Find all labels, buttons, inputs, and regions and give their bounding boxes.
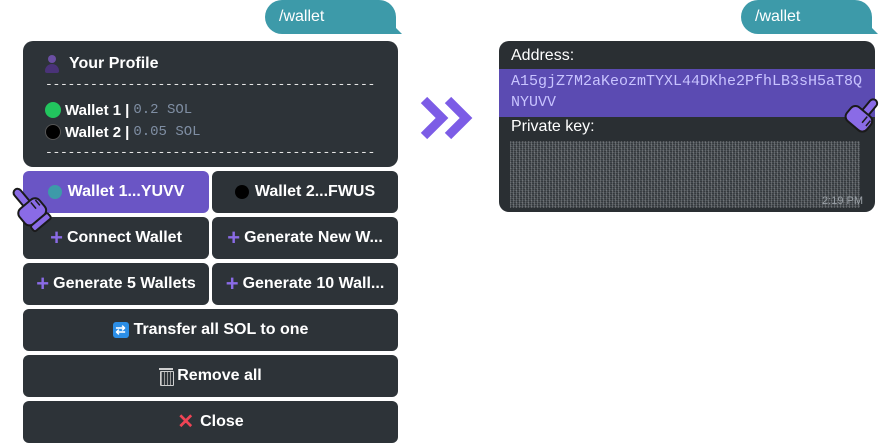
transfer-all-sol-button[interactable]: ⇄ Transfer all SOL to one (23, 309, 398, 351)
close-icon: ✕ (177, 411, 195, 433)
wallet-summary-row: Wallet 2 | 0.05 SOL (45, 121, 376, 143)
wallet-separator: | (125, 101, 130, 119)
transfer-all-sol-label: Transfer all SOL to one (133, 321, 309, 338)
command-message-bubble: /wallet (265, 0, 402, 34)
wallet-details-message: Address: A15gjZ7M2aKeozmTYXL44DKhe2PfhLB… (499, 41, 875, 212)
divider-line: ----------------------------------------… (45, 145, 376, 160)
generate-5-wallets-label: Generate 5 Wallets (53, 275, 196, 292)
wallet-2-button-label: Wallet 2...FWUS (254, 183, 376, 200)
person-icon (45, 55, 59, 73)
wallet-summary-row: Wallet 1 | 0.2 SOL (45, 99, 376, 121)
profile-message: Your Profile ---------------------------… (23, 41, 398, 167)
wallet-separator: | (125, 123, 130, 141)
address-label: Address: (511, 47, 575, 64)
close-button[interactable]: ✕ Close (23, 401, 398, 443)
generate-new-wallet-label: Generate New W... (244, 229, 383, 246)
remove-all-button[interactable]: Remove all (23, 355, 398, 397)
pointing-hand-cursor-icon (844, 98, 879, 133)
wallet-2-button[interactable]: Wallet 2...FWUS (212, 171, 398, 213)
generate-10-wallets-label: Generate 10 Wall... (242, 275, 385, 292)
plus-icon: + (36, 271, 50, 296)
close-label: Close (200, 413, 244, 430)
generate-5-wallets-button[interactable]: + Generate 5 Wallets (23, 263, 209, 305)
wallet-balance: 0.05 SOL (133, 124, 201, 140)
profile-title-text: Your Profile (69, 55, 159, 72)
plus-icon: + (225, 271, 239, 296)
command-message-bubble: /wallet (741, 0, 878, 34)
green-circle-icon (45, 102, 61, 118)
remove-all-label: Remove all (177, 367, 262, 384)
message-timestamp: 2:19 PM (822, 195, 863, 207)
generate-10-wallets-button[interactable]: + Generate 10 Wall... (212, 263, 398, 305)
wallet-balance: 0.2 SOL (133, 102, 193, 118)
black-circle-icon (45, 124, 61, 140)
generate-new-wallet-button[interactable]: + Generate New W... (212, 217, 398, 259)
wallet-name: Wallet 2 (65, 123, 122, 141)
double-chevron-right-icon (420, 96, 473, 140)
black-circle-icon (234, 185, 249, 199)
private-key-label: Private key: (511, 118, 595, 135)
profile-title: Your Profile (45, 53, 376, 75)
connect-wallet-label: Connect Wallet (66, 229, 182, 246)
wastebasket-icon (159, 368, 175, 386)
wallet-name: Wallet 1 (65, 101, 122, 119)
address-value[interactable]: A15gjZ7M2aKeozmTYXL44DKhe2PfhLB3sH5aT8QN… (499, 69, 875, 117)
shuffle-icon: ⇄ (112, 322, 129, 338)
private-key-spoiler[interactable] (510, 141, 860, 208)
pointing-hand-cursor-icon (12, 187, 52, 233)
plus-icon: + (227, 225, 241, 250)
divider-line: ----------------------------------------… (45, 77, 376, 92)
command-text: /wallet (755, 8, 801, 25)
wallet-1-button-label: Wallet 1...YUVV (67, 183, 185, 200)
command-text: /wallet (279, 8, 325, 25)
